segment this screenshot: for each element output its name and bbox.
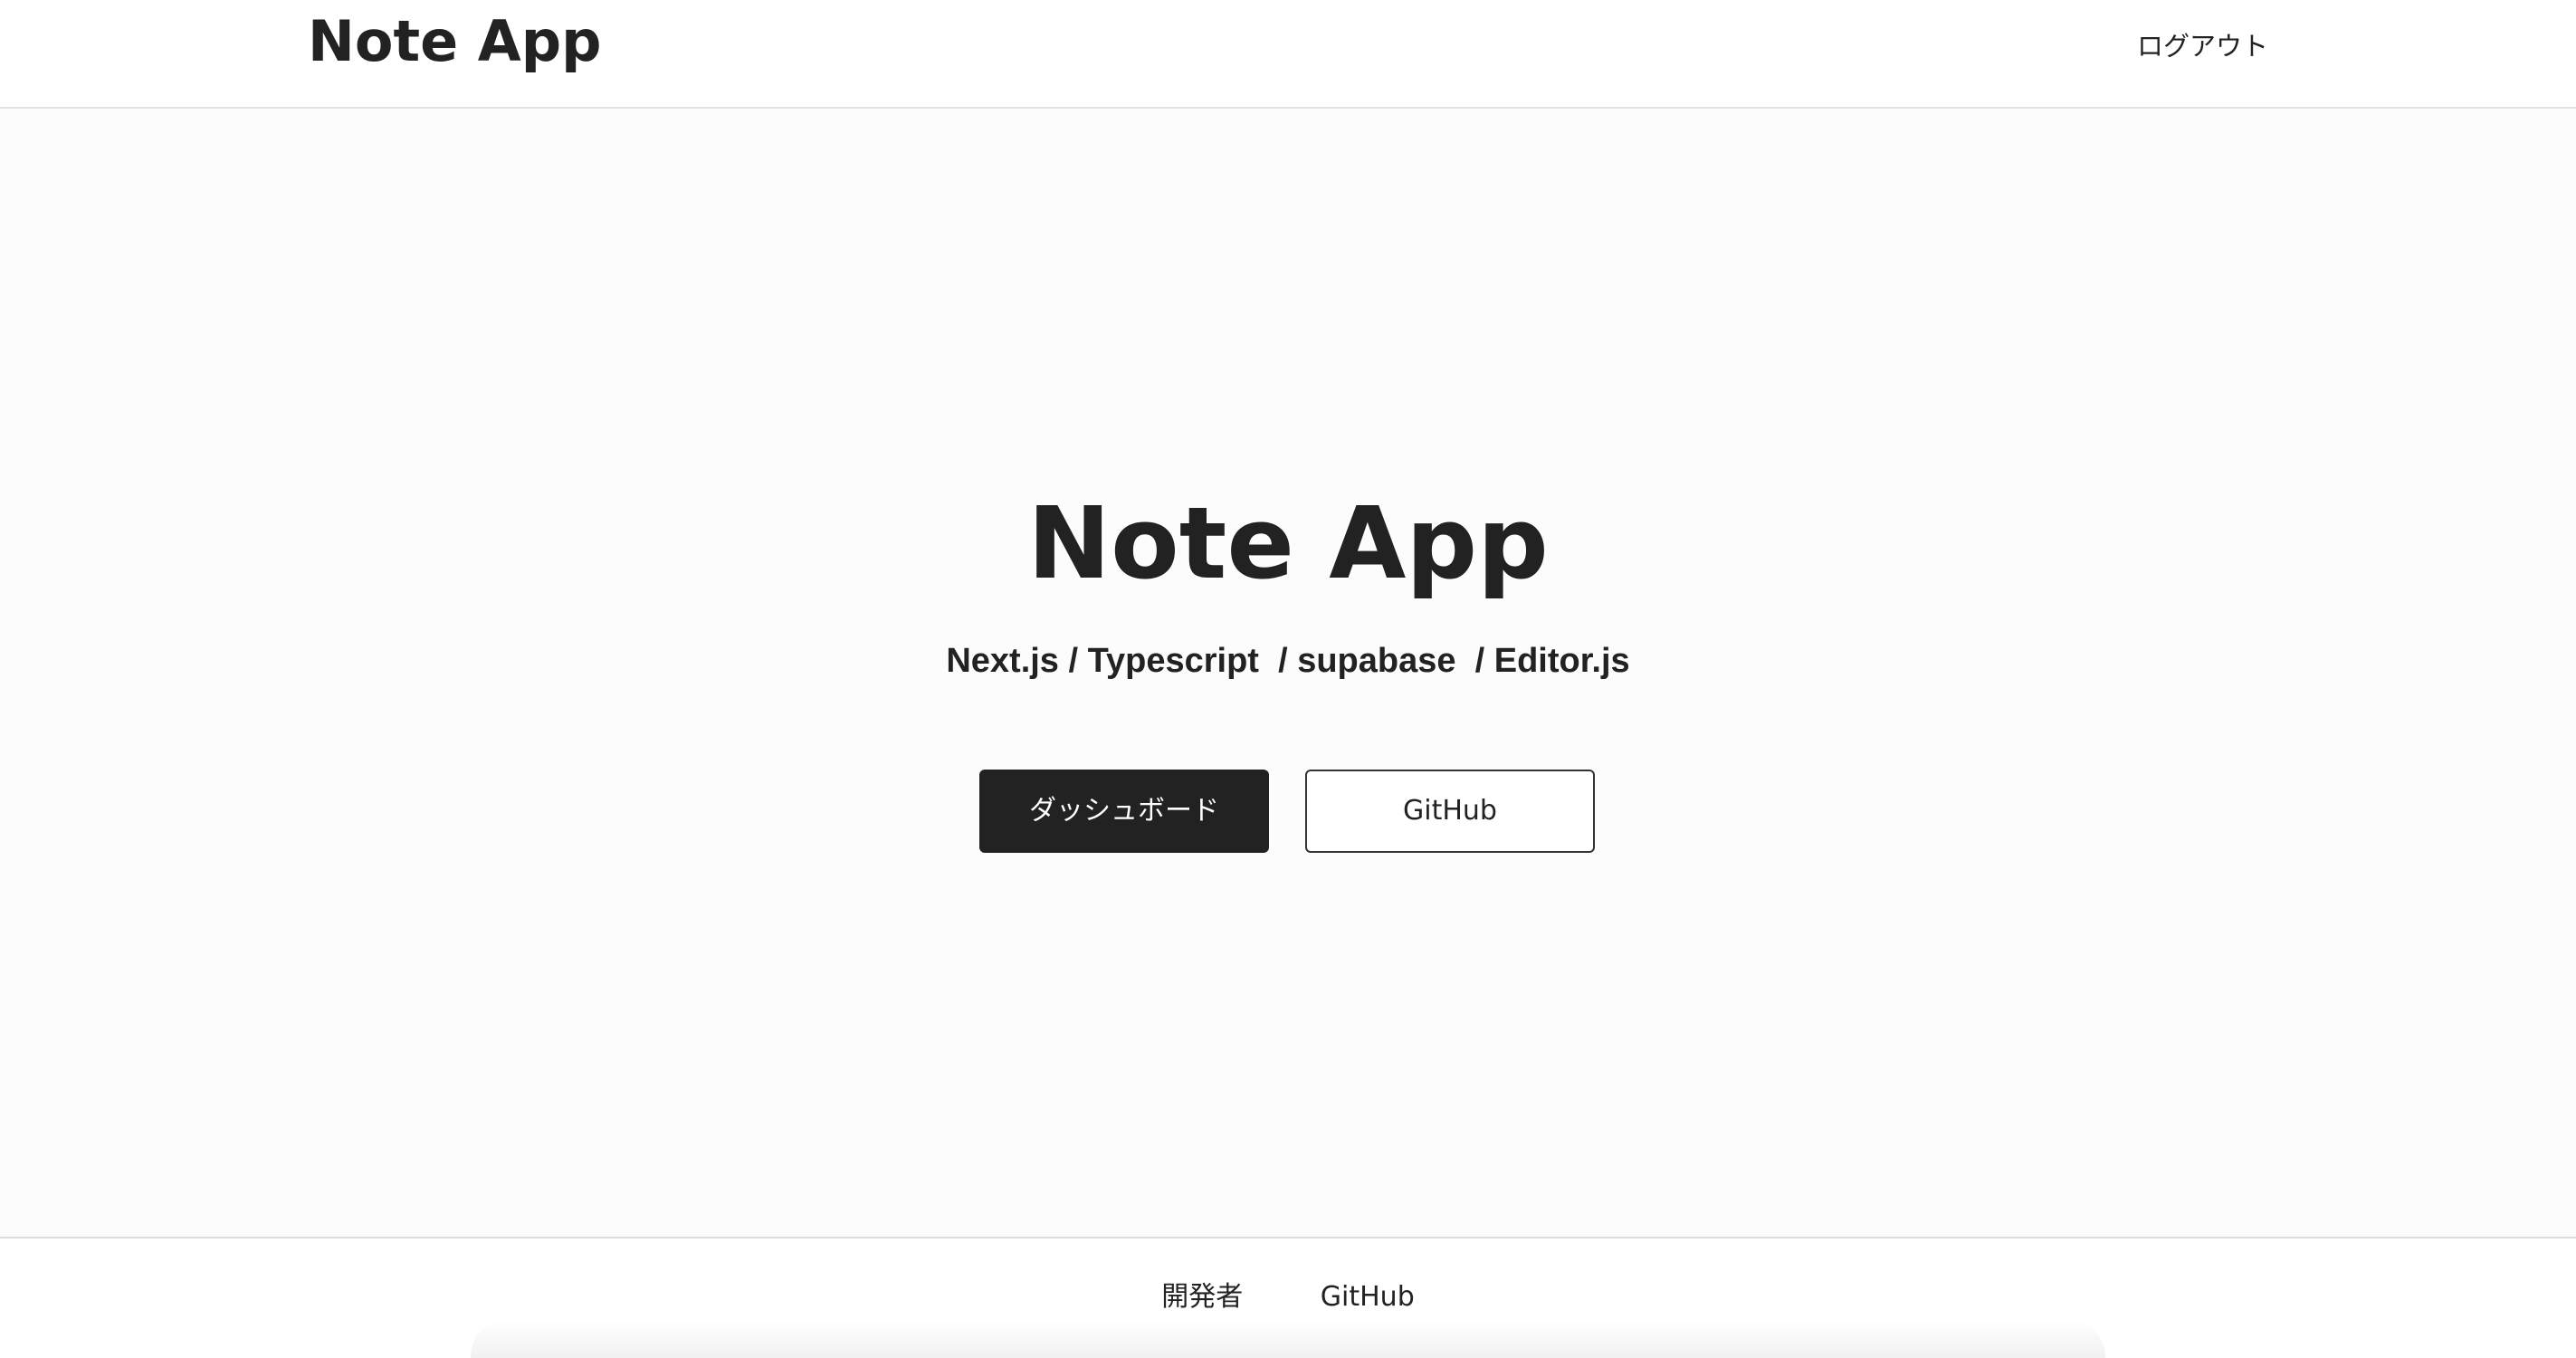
site-logo[interactable]: Note App: [308, 7, 602, 76]
github-button[interactable]: GitHub: [1305, 770, 1595, 853]
dashboard-button[interactable]: ダッシュボード: [979, 770, 1269, 853]
site-footer: 開発者 GitHub: [0, 1237, 2576, 1358]
hero-section: Note App Next.js / Typescript / supabase…: [0, 109, 2576, 1238]
footer-shadow: [471, 1320, 2105, 1358]
footer-link-github[interactable]: GitHub: [1321, 1275, 1415, 1320]
tech-stack-subtitle: Next.js / Typescript / supabase / Editor…: [946, 642, 1630, 680]
logout-link[interactable]: ログアウト: [2137, 25, 2268, 67]
footer-link-developer[interactable]: 開発者: [1161, 1275, 1243, 1320]
footer-links: 開発者 GitHub: [0, 1275, 2576, 1320]
site-header: Note App ログアウト: [0, 0, 2576, 109]
hero-title: Note App: [1027, 485, 1549, 601]
